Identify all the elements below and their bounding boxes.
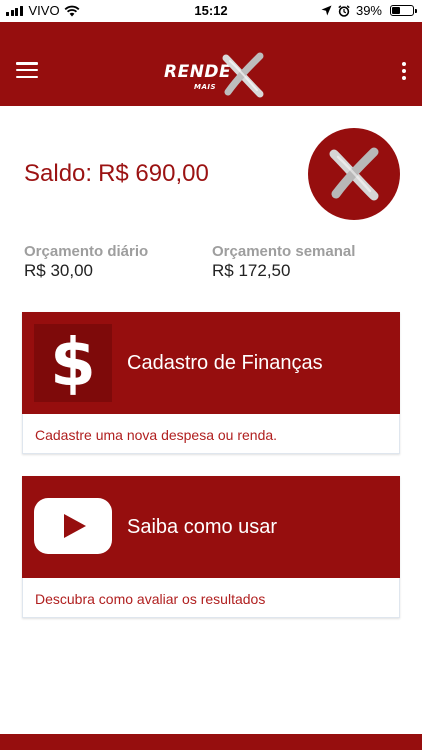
- balance-row: Saldo: R$ 690,00: [24, 160, 215, 188]
- daily-budget-label: Orçamento diário: [24, 243, 149, 260]
- finance-register-card[interactable]: $ Cadastro de Finanças Cadastre uma nova…: [22, 312, 400, 454]
- finance-card-title: Cadastro de Finanças: [127, 352, 323, 374]
- finance-card-description: Cadastre uma nova despesa ou renda.: [35, 427, 278, 443]
- video-play-icon: [34, 498, 112, 554]
- weekly-budget-value: R$ 172,50: [212, 261, 291, 280]
- app-logo: RENDE MAIS: [160, 52, 270, 102]
- balance-logo-badge: [308, 128, 400, 220]
- app-bar: RENDE MAIS: [0, 22, 422, 106]
- how-to-card-header: Saiba como usar: [22, 476, 400, 578]
- dollar-icon: $: [34, 324, 112, 402]
- alarm-icon: [338, 4, 350, 17]
- daily-budget-value: R$ 30,00: [24, 261, 93, 280]
- status-right: 39%: [321, 3, 417, 18]
- battery-percent: 39%: [355, 3, 382, 18]
- daily-budget: Orçamento diário R$ 30,00: [24, 243, 148, 281]
- status-bar: VIVO 15:12 39%: [0, 0, 422, 22]
- weekly-budget: Orçamento semanal R$ 172,50: [212, 243, 355, 281]
- how-to-card-title: Saiba como usar: [127, 516, 278, 538]
- menu-icon[interactable]: [16, 62, 38, 79]
- balance-label: Saldo:: [24, 160, 93, 187]
- bottom-bar: [0, 734, 422, 750]
- logo-x-icon: [222, 52, 264, 98]
- battery-icon: [390, 5, 417, 16]
- balance-value: R$ 690,00: [98, 160, 209, 187]
- logo-sub-text: MAIS: [194, 83, 217, 91]
- how-to-use-card[interactable]: Saiba como usar Descubra como avaliar os…: [22, 476, 400, 618]
- weekly-budget-label: Orçamento semanal: [212, 243, 356, 260]
- finance-card-header: $ Cadastro de Finanças: [22, 312, 400, 414]
- location-icon: [321, 5, 332, 16]
- how-to-card-description: Descubra como avaliar os resultados: [35, 591, 266, 607]
- more-vert-icon[interactable]: [400, 62, 408, 82]
- battery-level: [392, 7, 400, 14]
- logo-x-icon: [329, 147, 379, 201]
